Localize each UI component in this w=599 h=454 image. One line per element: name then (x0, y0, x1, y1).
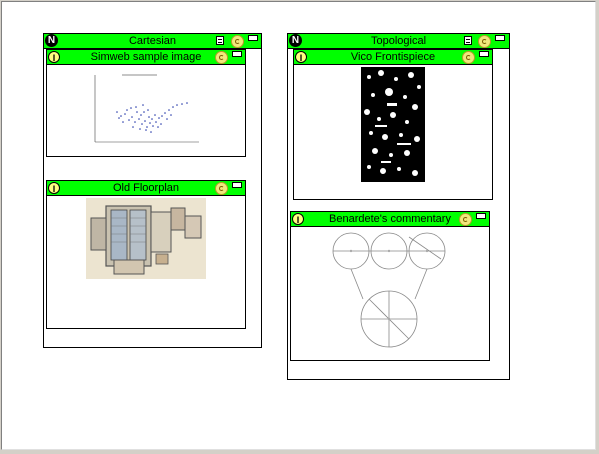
benardete-title-bar[interactable]: I Benardete's commentary (291, 212, 489, 227)
benardete-frame[interactable]: I Benardete's commentary (290, 211, 490, 361)
minimize-icon[interactable] (476, 213, 486, 219)
topological-frame[interactable]: N Topological I Vico Frontispiece I Bena… (287, 33, 510, 380)
floorplan-title-bar[interactable]: I Old Floorplan (47, 181, 245, 196)
coin-icon[interactable] (459, 213, 472, 226)
minimize-icon[interactable] (495, 35, 505, 41)
cartesian-title-bar[interactable]: N Cartesian (44, 34, 261, 49)
benardete-diagram-image (329, 229, 449, 351)
topological-title-bar[interactable]: N Topological (288, 34, 509, 49)
vico-title-bar[interactable]: I Vico Frontispiece (294, 50, 492, 65)
vico-frame[interactable]: I Vico Frontispiece (293, 49, 493, 200)
floorplan-frame[interactable]: I Old Floorplan (46, 180, 246, 329)
minimize-icon[interactable] (232, 182, 242, 188)
vico-frontispiece-image (361, 67, 425, 182)
simweb-frame[interactable]: I Simweb sample image (46, 49, 246, 157)
coin-icon[interactable] (215, 51, 228, 64)
simweb-title-bar[interactable]: I Simweb sample image (47, 50, 245, 65)
coin-icon[interactable] (231, 35, 244, 48)
cartesian-title: Cartesian (128, 35, 177, 47)
workspace-canvas[interactable]: N Cartesian I Simweb sample image I Old … (1, 1, 596, 450)
list-icon[interactable] (464, 36, 472, 45)
topological-title: Topological (370, 35, 427, 47)
coin-icon[interactable] (478, 35, 491, 48)
minimize-icon[interactable] (248, 35, 258, 41)
cartesian-frame[interactable]: N Cartesian I Simweb sample image I Old … (43, 33, 262, 348)
floorplan-image (86, 198, 206, 279)
coin-icon[interactable] (462, 51, 475, 64)
minimize-icon[interactable] (232, 51, 242, 57)
minimize-icon[interactable] (479, 51, 489, 57)
coin-icon[interactable] (215, 182, 228, 195)
simweb-scatter-image (87, 72, 207, 147)
list-icon[interactable] (216, 36, 224, 45)
